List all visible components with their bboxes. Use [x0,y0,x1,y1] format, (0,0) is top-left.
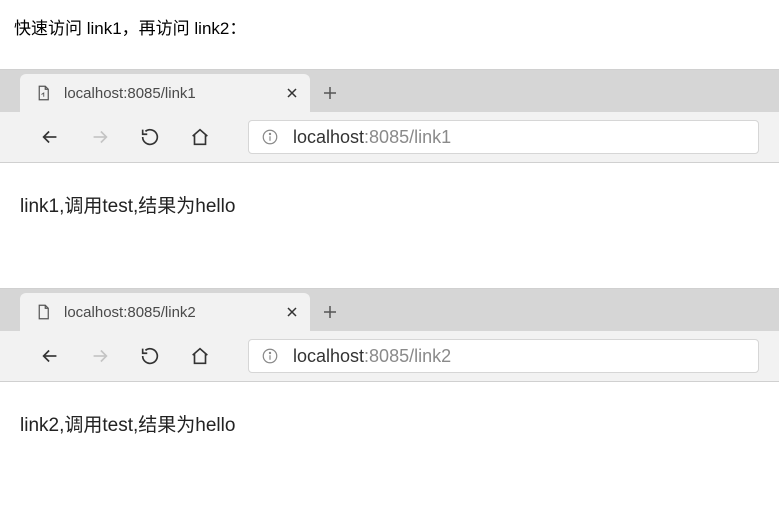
page-icon [34,303,52,321]
url-rest: :8085/link1 [364,127,451,147]
back-button[interactable] [38,125,62,149]
address-bar[interactable]: localhost:8085/link2 [248,339,759,373]
page-body-1: link1,调用test,结果为hello [0,177,779,218]
info-icon[interactable] [261,347,279,365]
tab-strip: localhost:8085/link1 [0,70,779,112]
home-button[interactable] [188,344,212,368]
url-host: localhost [293,127,364,147]
toolbar: localhost:8085/link2 [0,331,779,381]
forward-button[interactable] [88,125,112,149]
toolbar: localhost:8085/link1 [0,112,779,162]
browser-window-1: localhost:8085/link1 localhost:8085/li [0,69,779,163]
spacer [0,218,779,288]
close-icon[interactable] [284,304,300,320]
intro-text: 快速访问 link1，再访问 link2： [0,14,779,39]
url-host: localhost [293,346,364,366]
tab-title: localhost:8085/link2 [64,304,272,321]
home-button[interactable] [188,125,212,149]
new-tab-button[interactable] [310,74,350,112]
refresh-button[interactable] [138,125,162,149]
tab-strip: localhost:8085/link2 [0,289,779,331]
forward-button[interactable] [88,344,112,368]
url-rest: :8085/link2 [364,346,451,366]
active-tab[interactable]: localhost:8085/link2 [20,293,310,331]
address-bar[interactable]: localhost:8085/link1 [248,120,759,154]
url-text: localhost:8085/link2 [293,346,451,367]
active-tab[interactable]: localhost:8085/link1 [20,74,310,112]
url-text: localhost:8085/link1 [293,127,451,148]
page-body-2: link2,调用test,结果为hello [0,396,779,437]
new-tab-button[interactable] [310,293,350,331]
tab-title: localhost:8085/link1 [64,85,272,102]
close-icon[interactable] [284,85,300,101]
browser-window-2: localhost:8085/link2 localhost:8085/li [0,288,779,382]
info-icon[interactable] [261,128,279,146]
page-icon [34,84,52,102]
refresh-button[interactable] [138,344,162,368]
back-button[interactable] [38,344,62,368]
